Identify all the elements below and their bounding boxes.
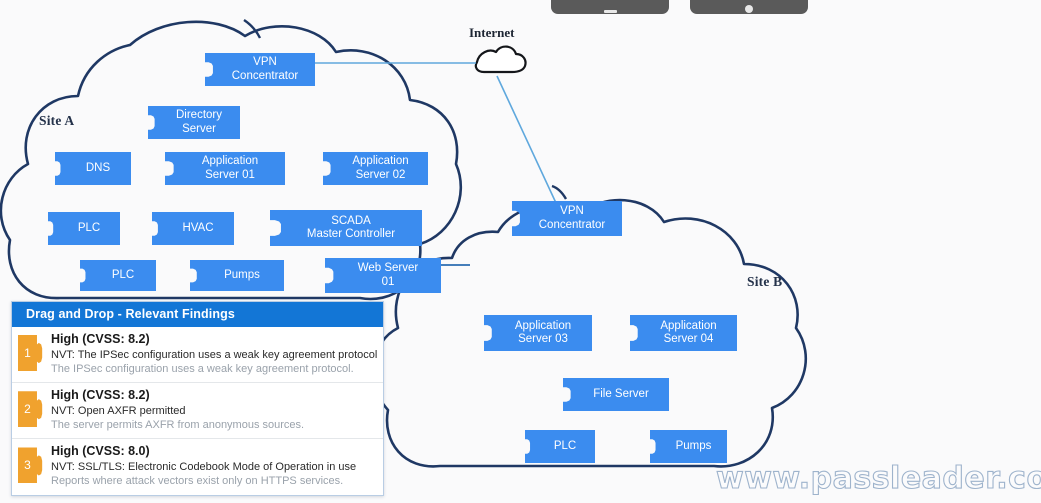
internet-label: Internet bbox=[469, 25, 515, 40]
network-node-label: PLC bbox=[77, 221, 101, 234]
finding-item[interactable]: 1 High (CVSS: 8.2) NVT: The IPSec configur… bbox=[12, 327, 383, 384]
toolbar-button-left[interactable] bbox=[551, 0, 669, 14]
finding-description: Reports where attack vectors exist only … bbox=[51, 475, 344, 488]
network-node-label: VPN Concentrator bbox=[231, 56, 299, 82]
network-node[interactable]: Application Server 01 bbox=[165, 152, 285, 185]
network-node[interactable]: Web Server 01 bbox=[325, 258, 441, 293]
finding-description: The IPSec configuration uses a weak key … bbox=[51, 362, 354, 375]
network-node[interactable]: VPN Concentrator bbox=[205, 53, 315, 86]
network-node[interactable]: Pumps bbox=[650, 430, 727, 463]
network-node-label: PLC bbox=[553, 439, 577, 452]
network-node-label: PLC bbox=[111, 268, 135, 281]
findings-list: 1 High (CVSS: 8.2) NVT: The IPSec configur… bbox=[12, 327, 383, 495]
network-node-label: Application Server 01 bbox=[201, 155, 259, 181]
network-node[interactable]: VPN Concentrator bbox=[512, 201, 622, 236]
network-node-label: VPN Concentrator bbox=[538, 205, 606, 231]
finding-body: High (CVSS: 8.0) NVT: SSL/TLS: Electronic… bbox=[51, 444, 377, 488]
finding-item[interactable]: 2 High (CVSS: 8.2) NVT: Open AXFR permitte… bbox=[12, 383, 383, 440]
network-diagram-page: Internet Site A Site B VPN Concentrator D… bbox=[0, 0, 1041, 503]
finding-number-badge[interactable]: 1 bbox=[18, 335, 43, 371]
network-node[interactable]: Application Server 02 bbox=[323, 152, 428, 185]
site-a-label: Site A bbox=[39, 113, 75, 128]
network-node-label: Directory Server bbox=[175, 109, 222, 135]
network-node[interactable]: Pumps bbox=[190, 260, 284, 291]
network-node-label: File Server bbox=[593, 387, 649, 400]
network-node-label: Application Server 04 bbox=[660, 319, 717, 345]
finding-body: High (CVSS: 8.2) NVT: The IPSec configura… bbox=[51, 332, 377, 376]
finding-item[interactable]: 3 High (CVSS: 8.0) NVT: SSL/TLS: Electroni… bbox=[12, 439, 383, 495]
finding-number-badge[interactable]: 2 bbox=[18, 391, 43, 428]
findings-panel-header: Drag and Drop - Relevant Findings bbox=[12, 302, 383, 327]
finding-severity: High (CVSS: 8.0) bbox=[51, 444, 150, 459]
findings-panel: Drag and Drop - Relevant Findings 1 High … bbox=[11, 301, 384, 496]
network-node[interactable]: PLC bbox=[525, 430, 595, 463]
network-node-label: Pumps bbox=[675, 439, 712, 452]
network-node[interactable]: File Server bbox=[563, 378, 669, 411]
watermark: www.passleader.com bbox=[715, 460, 1041, 496]
network-node-label: Application Server 03 bbox=[514, 319, 572, 345]
finding-nvt: NVT: Open AXFR permitted bbox=[51, 404, 186, 417]
menu-bar-icon bbox=[603, 10, 617, 13]
network-node[interactable]: PLC bbox=[48, 212, 120, 245]
finding-severity: High (CVSS: 8.2) bbox=[51, 332, 150, 346]
network-node-label: Web Server 01 bbox=[357, 262, 419, 288]
network-node[interactable]: PLC bbox=[80, 260, 156, 291]
internet-cloud-icon bbox=[474, 45, 527, 74]
network-node[interactable]: HVAC bbox=[152, 212, 234, 245]
network-node[interactable]: SCADA Master Controller bbox=[270, 210, 422, 246]
network-node[interactable]: Application Server 04 bbox=[630, 315, 737, 351]
finding-description: The server permits AXFR from anonymous s… bbox=[51, 419, 305, 432]
finding-nvt: NVT: The IPSec configuration uses a weak… bbox=[51, 348, 377, 361]
finding-number-badge[interactable]: 3 bbox=[18, 447, 43, 484]
network-node-label: Application Server 02 bbox=[352, 155, 409, 181]
site-b-label: Site B bbox=[747, 274, 783, 289]
toolbar-button-right[interactable] bbox=[690, 0, 808, 14]
network-node[interactable]: DNS bbox=[55, 152, 131, 185]
network-node-label: HVAC bbox=[182, 221, 214, 234]
circle-dot-icon bbox=[745, 5, 753, 13]
network-node-label: Pumps bbox=[224, 268, 260, 281]
finding-nvt: NVT: SSL/TLS: Electronic Codebook Mode o… bbox=[51, 461, 357, 474]
network-node[interactable]: Directory Server bbox=[148, 106, 240, 139]
network-node-label: SCADA Master Controller bbox=[306, 214, 396, 240]
finding-severity: High (CVSS: 8.2) bbox=[51, 388, 150, 403]
network-node-label: DNS bbox=[85, 161, 111, 174]
finding-body: High (CVSS: 8.2) NVT: Open AXFR permitted… bbox=[51, 388, 377, 432]
link-internet-to-siteb-vpn bbox=[496, 75, 557, 204]
network-node[interactable]: Application Server 03 bbox=[484, 315, 592, 351]
